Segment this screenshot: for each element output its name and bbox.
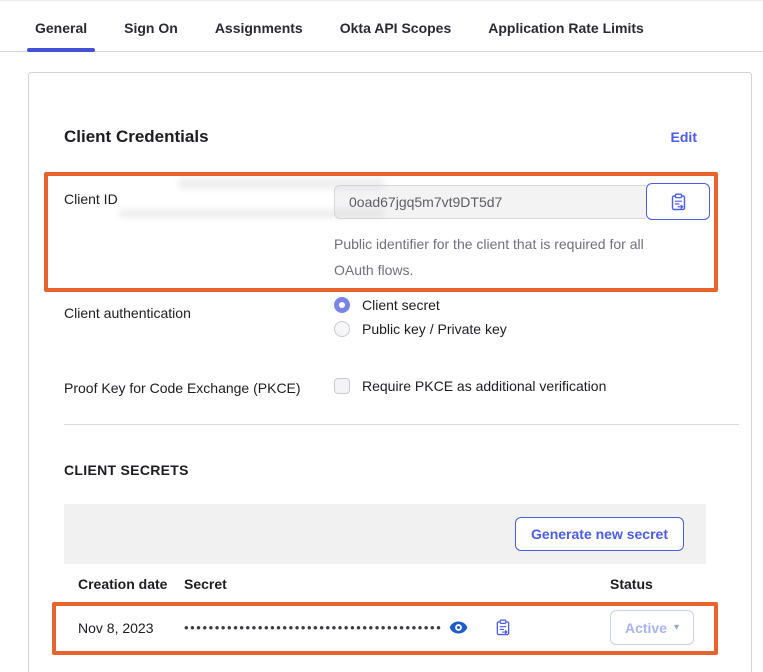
redaction-blur <box>119 209 384 218</box>
general-settings-card: Client Credentials Edit Client ID <box>28 72 752 672</box>
clipboard-copy-icon <box>670 193 687 211</box>
header-status: Status <box>610 576 706 592</box>
radio-option-public-private-key[interactable]: Public key / Private key <box>334 321 739 337</box>
pkce-option-label: Require PKCE as additional verification <box>362 378 606 394</box>
redaction-blur <box>179 178 384 189</box>
copy-client-id-button[interactable] <box>646 183 710 220</box>
status-label: Active <box>625 620 667 636</box>
radio-option-label: Client secret <box>362 297 440 313</box>
tab-application-rate-limits[interactable]: Application Rate Limits <box>488 14 644 51</box>
client-id-help-text: Public identifier for the client that is… <box>334 231 739 283</box>
tab-okta-api-scopes[interactable]: Okta API Scopes <box>340 14 452 51</box>
table-row: Nov 8, 2023 ••••••••••••••••••••••••••••… <box>64 604 706 651</box>
client-credentials-title: Client Credentials <box>64 127 209 147</box>
radio-option-label: Public key / Private key <box>362 321 507 337</box>
pkce-checkbox-option[interactable]: Require PKCE as additional verification <box>334 372 739 394</box>
client-secrets-toolbar: Generate new secret <box>64 504 706 564</box>
tab-assignments[interactable]: Assignments <box>215 14 303 51</box>
header-creation-date: Creation date <box>64 576 184 592</box>
app-tab-bar: General Sign On Assignments Okta API Sco… <box>0 0 763 52</box>
client-secrets-title: CLIENT SECRETS <box>64 462 739 478</box>
client-credentials-header: Client Credentials Edit <box>64 127 739 147</box>
client-secrets-table: Generate new secret Creation date Secret… <box>64 504 706 651</box>
radio-selected-icon[interactable] <box>334 297 350 313</box>
client-authentication-label: Client authentication <box>64 297 334 345</box>
edit-link[interactable]: Edit <box>671 129 739 145</box>
table-header-row: Creation date Secret Status <box>64 564 706 604</box>
cell-status: Active ▾ <box>610 610 706 645</box>
masked-secret-value: ••••••••••••••••••••••••••••••••••••••••… <box>184 620 442 635</box>
cell-creation-date: Nov 8, 2023 <box>64 620 184 636</box>
status-dropdown-button[interactable]: Active ▾ <box>610 610 694 645</box>
generate-new-secret-button[interactable]: Generate new secret <box>515 517 684 551</box>
pkce-label: Proof Key for Code Exchange (PKCE) <box>64 372 334 396</box>
pkce-row: Proof Key for Code Exchange (PKCE) Requi… <box>64 372 739 396</box>
client-id-row: Client ID Public identifier for the clie… <box>64 183 739 283</box>
section-divider <box>64 424 739 425</box>
tab-sign-on[interactable]: Sign On <box>124 14 178 51</box>
client-authentication-row: Client authentication Client secret Publ… <box>64 297 739 345</box>
caret-down-icon: ▾ <box>674 622 679 633</box>
copy-secret-button[interactable] <box>495 619 511 636</box>
tab-general[interactable]: General <box>35 14 87 51</box>
radio-unselected-icon[interactable] <box>334 321 350 337</box>
checkbox-unchecked-icon[interactable] <box>334 378 350 394</box>
radio-option-client-secret[interactable]: Client secret <box>334 297 739 313</box>
client-id-label: Client ID <box>64 183 334 283</box>
eye-icon <box>449 621 468 634</box>
show-secret-button[interactable] <box>449 621 468 634</box>
header-secret: Secret <box>184 576 610 592</box>
cell-secret: ••••••••••••••••••••••••••••••••••••••••… <box>184 619 610 636</box>
clipboard-copy-icon <box>495 619 511 636</box>
